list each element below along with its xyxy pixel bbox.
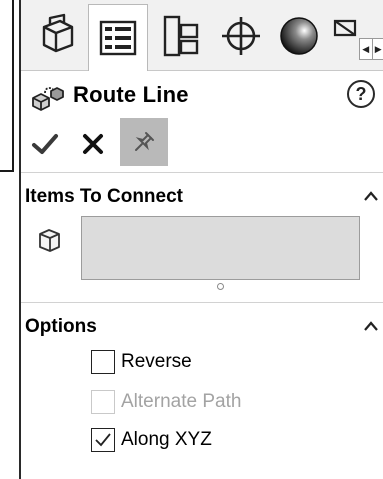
manager-tab-bar: ◀ ▶ [21,0,383,71]
alternate-path-label: Alternate Path [121,391,242,412]
items-to-connect-title[interactable]: Items To Connect [25,186,183,208]
tab-dimxpert-manager[interactable] [211,4,271,68]
alternate-path-checkbox: Alternate Path [91,389,241,415]
help-button[interactable]: ? [347,80,375,108]
section-divider [21,302,383,303]
tab-partial-next[interactable] [329,4,359,68]
configuration-icon [163,15,199,57]
selection-box-resize-handle[interactable] [217,283,224,290]
cancel-button[interactable] [75,126,111,162]
page-title: Route Line [73,82,189,107]
tab-property-manager[interactable] [88,4,148,71]
tab-display-manager[interactable] [271,4,327,68]
along-xyz-label: Along XYZ [121,429,212,450]
reverse-checkbox[interactable]: Reverse [91,349,192,375]
appearance-sphere-icon [280,17,318,55]
adjacent-panel-edge [0,0,14,172]
crosshair-icon [222,17,260,55]
route-line-icon [32,87,64,111]
checkbox-box[interactable] [91,428,115,452]
tab-feature-manager[interactable] [27,4,87,68]
keep-visible-pin-button[interactable] [120,118,168,166]
checkmark-icon [95,433,111,447]
items-selection-box[interactable] [81,216,360,280]
x-icon [83,134,103,154]
collapse-chevron-icon[interactable] [363,320,379,332]
property-header: Route Line ? [21,74,383,118]
options-title[interactable]: Options [25,316,97,338]
selection-cube-icon [39,229,60,252]
tab-configuration-manager[interactable] [151,4,211,68]
screen: ◀ ▶ Route Line ? Items To Connect Option… [0,0,383,479]
property-manager-panel: ◀ ▶ Route Line ? Items To Connect Option… [19,0,383,479]
collapse-chevron-icon[interactable] [363,190,379,202]
section-divider [21,172,383,173]
ok-button[interactable] [27,126,63,162]
action-row [21,118,383,170]
along-xyz-checkbox[interactable]: Along XYZ [91,427,212,453]
scroll-left-icon[interactable]: ◀ [360,39,372,59]
reverse-label: Reverse [121,351,192,372]
property-manager-icon [99,20,137,56]
scroll-right-icon[interactable]: ▶ [371,39,383,59]
checkmark-icon [32,134,58,154]
tab-scroll-arrows: ◀ ▶ [359,38,383,60]
checkbox-box[interactable] [91,350,115,374]
pushpin-icon [135,132,154,151]
feature-tree-icon [42,13,74,53]
partial-tab-icon [333,19,357,37]
checkbox-box [91,390,115,414]
